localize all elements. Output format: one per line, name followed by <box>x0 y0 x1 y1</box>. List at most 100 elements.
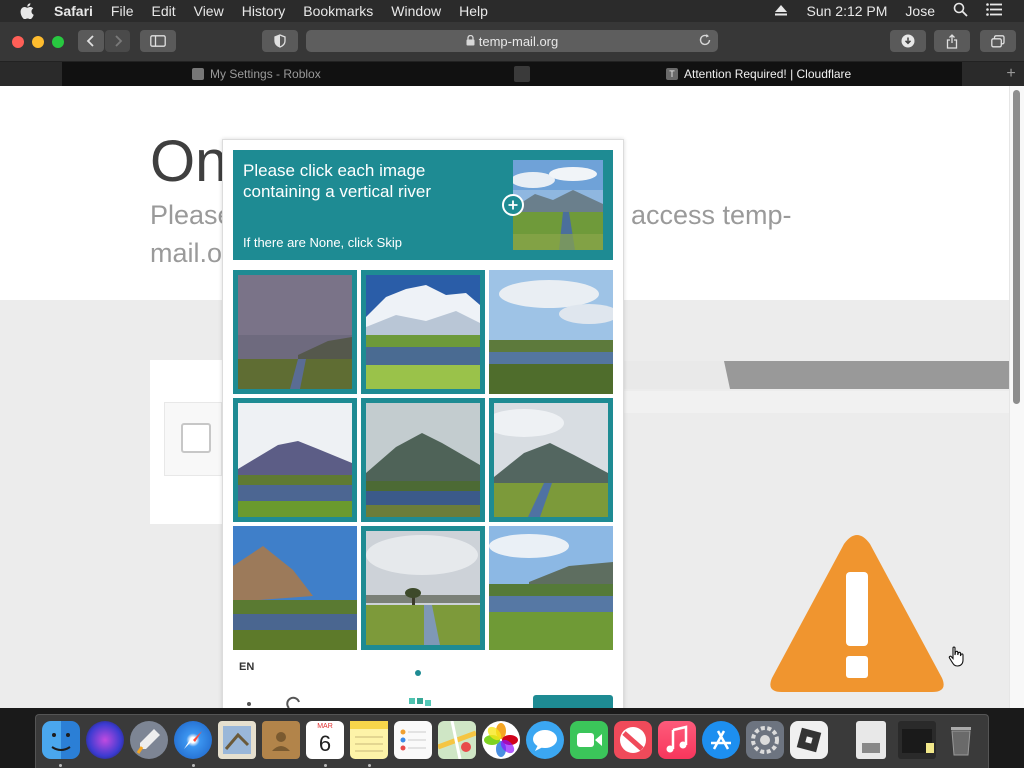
tile-image <box>238 275 352 389</box>
tile-image <box>366 275 480 389</box>
captcha-image-grid <box>233 270 613 650</box>
captcha-tile-3[interactable] <box>489 270 613 394</box>
tab-cloudflare[interactable]: T Attention Required! | Cloudflare <box>666 62 851 86</box>
launchpad-icon[interactable] <box>130 721 168 759</box>
human-verification-checkbox[interactable] <box>181 423 211 453</box>
menubar-clock[interactable]: Sun 2:12 PM <box>806 3 887 19</box>
downloads-stack-icon[interactable] <box>898 721 936 759</box>
blank-favicon-icon <box>514 66 530 82</box>
apple-menu-icon[interactable] <box>18 2 36 20</box>
downloads-button[interactable] <box>890 30 926 52</box>
spotlight-search-icon[interactable] <box>953 2 968 20</box>
menu-bookmarks[interactable]: Bookmarks <box>303 3 373 19</box>
captcha-tile-9[interactable] <box>489 526 613 650</box>
chevron-right-icon <box>114 35 122 47</box>
page-title: On <box>150 129 228 194</box>
download-icon <box>901 34 915 48</box>
minimize-window-button[interactable] <box>32 36 44 48</box>
tile-image <box>366 403 480 517</box>
tile-image <box>238 403 352 517</box>
hand-pointer-cursor-icon <box>948 646 964 667</box>
show-tabs-button[interactable] <box>980 30 1016 52</box>
system-preferences-icon[interactable] <box>746 721 784 759</box>
address-bar[interactable]: temp-mail.org <box>306 30 718 52</box>
mail-stamp-icon[interactable] <box>218 721 256 759</box>
captcha-tile-2[interactable] <box>361 270 485 394</box>
menubar-user[interactable]: Jose <box>905 3 935 19</box>
eject-icon[interactable] <box>774 3 788 19</box>
calendar-month: MAR <box>317 723 333 730</box>
menu-safari[interactable]: Safari <box>54 3 93 19</box>
calendar-icon[interactable]: MAR 6 <box>306 721 344 759</box>
sidebar-toggle-button[interactable] <box>140 30 176 52</box>
contacts-icon[interactable] <box>262 721 300 759</box>
language-selector[interactable]: EN <box>239 661 254 673</box>
captcha-tile-4[interactable] <box>233 398 357 522</box>
captcha-prompt-header: Please click each image containing a ver… <box>233 150 613 260</box>
calendar-day: 6 <box>318 731 332 756</box>
finder-icon[interactable] <box>42 721 80 759</box>
zoom-window-button[interactable] <box>52 36 64 48</box>
notes-icon[interactable] <box>350 721 388 759</box>
tile-image <box>366 531 480 645</box>
facetime-icon[interactable] <box>570 721 608 759</box>
captcha-tile-5[interactable] <box>361 398 485 522</box>
reload-icon[interactable] <box>698 33 712 50</box>
captcha-dialog: Please click each image containing a ver… <box>222 139 624 768</box>
subtitle-line-1-right: access temp- <box>631 200 792 230</box>
captcha-prompt-text: Please click each image containing a ver… <box>243 161 432 201</box>
letter-t-favicon-icon: T <box>666 68 678 80</box>
news-icon[interactable] <box>614 721 652 759</box>
menu-file[interactable]: File <box>111 3 134 19</box>
maps-icon[interactable] <box>437 720 477 760</box>
example-river-image[interactable] <box>513 160 603 250</box>
siri-icon[interactable] <box>86 721 124 759</box>
chevron-left-icon <box>86 35 94 47</box>
lock-icon <box>466 34 475 49</box>
tab-bar: My Settings - Roblox T Attention Require… <box>0 62 1024 86</box>
captcha-tile-6[interactable] <box>489 398 613 522</box>
tabs-overview-icon <box>991 34 1005 47</box>
tile-image <box>233 526 357 650</box>
url-text: temp-mail.org <box>478 33 559 49</box>
shield-icon <box>274 34 286 48</box>
expand-example-plus-icon[interactable] <box>502 194 524 216</box>
app-store-icon[interactable] <box>702 721 740 759</box>
share-button[interactable] <box>934 30 970 52</box>
notification-center-icon[interactable] <box>986 3 1002 19</box>
gray-bar-tab-shape <box>624 361 730 389</box>
tile-image <box>489 270 613 394</box>
captcha-tile-8[interactable] <box>361 526 485 650</box>
document-stack-icon[interactable] <box>856 721 886 759</box>
tab-roblox-settings[interactable]: My Settings - Roblox <box>192 62 321 86</box>
back-button[interactable] <box>78 30 104 52</box>
music-icon[interactable] <box>658 721 696 759</box>
browser-toolbar: temp-mail.org <box>0 22 1024 62</box>
forward-button[interactable] <box>105 30 130 52</box>
safari-icon[interactable] <box>174 721 212 759</box>
calendar-running-dot <box>324 764 327 767</box>
tab-strip: My Settings - Roblox T Attention Require… <box>62 62 962 86</box>
share-icon <box>946 33 958 49</box>
menu-window[interactable]: Window <box>391 3 441 19</box>
roblox-icon[interactable] <box>790 721 828 759</box>
gray-strip <box>624 391 1009 413</box>
menubar: Safari File Edit View History Bookmarks … <box>0 0 1024 22</box>
menu-history[interactable]: History <box>242 3 286 19</box>
captcha-tile-1[interactable] <box>233 270 357 394</box>
messages-icon[interactable] <box>526 721 564 759</box>
new-tab-button[interactable]: + <box>1002 62 1020 86</box>
menu-help[interactable]: Help <box>459 3 488 19</box>
tab-blank[interactable] <box>514 62 536 86</box>
photos-icon[interactable] <box>482 721 520 759</box>
trash-icon[interactable] <box>942 721 980 759</box>
menu-view[interactable]: View <box>194 3 224 19</box>
reminders-icon[interactable] <box>394 721 432 759</box>
captcha-tile-7[interactable] <box>233 526 357 650</box>
menu-edit[interactable]: Edit <box>151 3 175 19</box>
privacy-report-button[interactable] <box>262 30 298 52</box>
close-window-button[interactable] <box>12 36 24 48</box>
page-scrollbar-thumb[interactable] <box>1013 90 1020 404</box>
tile-image <box>494 403 608 517</box>
tab-title: My Settings - Roblox <box>210 67 321 81</box>
